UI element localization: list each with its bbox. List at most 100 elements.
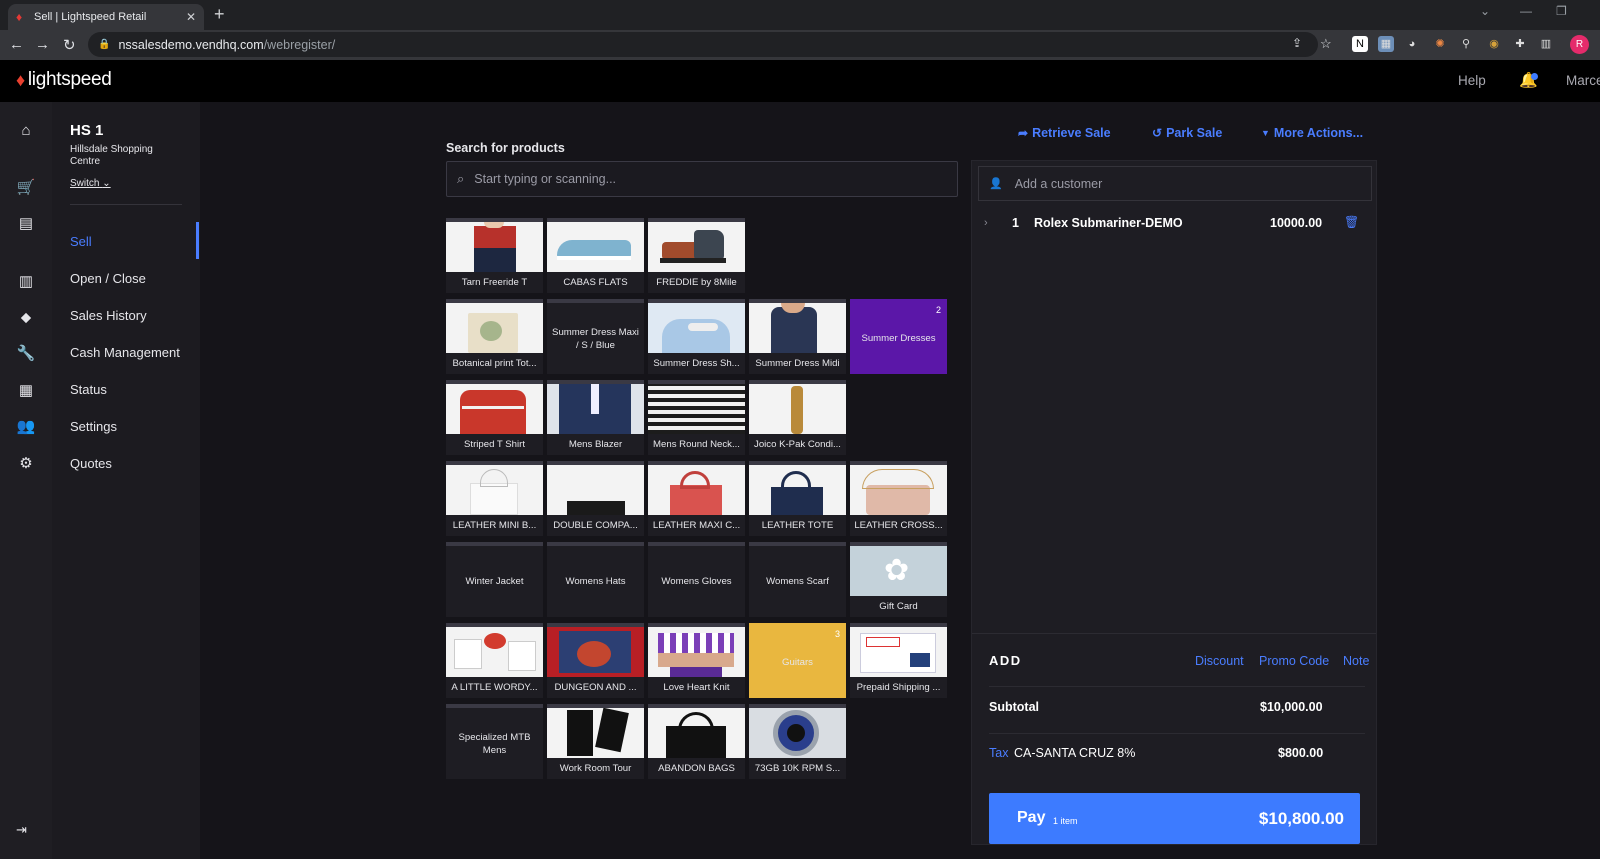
product-tile[interactable]: DOUBLE COMPA... (547, 461, 644, 536)
extension-notion-icon[interactable]: N (1352, 36, 1368, 52)
product-image (446, 222, 543, 272)
folder-tile[interactable]: 3 Guitars (749, 623, 846, 698)
product-tile[interactable]: LEATHER TOTE (749, 461, 846, 536)
product-tile[interactable]: Mens Round Neck... (648, 380, 745, 455)
sidebar-item-quotes[interactable]: Quotes (70, 456, 112, 471)
inventory-icon[interactable]: ▦ (16, 381, 36, 401)
sidebar-item-sell[interactable]: Sell (70, 234, 92, 249)
product-label: Summer Dress Maxi / S / Blue (552, 326, 639, 351)
add-customer-input[interactable]: 👤 Add a customer (978, 166, 1372, 201)
subtotal-value: $10,000.00 (1260, 700, 1323, 714)
extension-icon-3[interactable]: ◕ (1404, 36, 1420, 52)
back-icon[interactable]: ← (9, 36, 24, 53)
browser-tab-strip: ♦ Sell | Lightspeed Retail ✕ + ⌄ — ❐ (0, 0, 1600, 30)
sidebar-item-settings[interactable]: Settings (70, 419, 117, 434)
product-tile[interactable]: Summer Dress Sh... (648, 299, 745, 374)
product-tile[interactable]: LEATHER MINI B... (446, 461, 543, 536)
product-search-input[interactable]: ⌕ Start typing or scanning... (446, 161, 958, 197)
product-tile[interactable]: Womens Scarf (749, 542, 846, 617)
forward-icon[interactable]: → (35, 36, 50, 53)
line-qty[interactable]: 1 (1012, 216, 1019, 230)
sidebar-item-cash-management[interactable]: Cash Management (70, 345, 180, 360)
chevron-right-icon[interactable]: › (984, 217, 988, 229)
product-image (446, 303, 543, 353)
product-tile[interactable]: Summer Dress Midi (749, 299, 846, 374)
browser-tab[interactable]: ♦ Sell | Lightspeed Retail ✕ (8, 4, 204, 30)
profile-avatar[interactable]: R (1570, 35, 1589, 54)
reports-icon[interactable]: ▥ (16, 272, 36, 292)
product-tile[interactable]: Womens Hats (547, 542, 644, 617)
retrieve-sale-button[interactable]: ➦ Retrieve Sale (1018, 126, 1111, 140)
tax-label[interactable]: Tax (989, 746, 1008, 760)
register-icon[interactable]: ▤ (16, 214, 36, 234)
reload-icon[interactable]: ↻ (63, 36, 76, 54)
product-tile[interactable]: Striped T Shirt (446, 380, 543, 455)
product-label: DUNGEON AND ... (554, 682, 637, 693)
trash-icon[interactable]: 🗑 (1344, 215, 1359, 229)
bookmark-star-icon[interactable]: ☆ (1320, 36, 1332, 52)
park-sale-button[interactable]: ↺ Park Sale (1152, 126, 1222, 140)
product-tile[interactable]: 73GB 10K RPM S... (749, 704, 846, 779)
help-link[interactable]: Help (1458, 73, 1486, 88)
collapse-sidebar-icon[interactable]: ⇥ (16, 822, 27, 838)
product-label: LEATHER TOTE (761, 520, 834, 531)
product-tile[interactable]: Prepaid Shipping ... (850, 623, 947, 698)
product-tile[interactable]: A LITTLE WORDY... (446, 623, 543, 698)
extension-icon-5[interactable]: ⚲ (1458, 36, 1474, 52)
extension-colorwheel-icon[interactable]: ✺ (1432, 36, 1448, 52)
browser-tab-title: Sell | Lightspeed Retail (34, 11, 147, 23)
product-tile[interactable]: Botanical print Tot... (446, 299, 543, 374)
switch-register-button[interactable]: Switch ⌄ (70, 178, 111, 189)
tab-search-icon[interactable]: ⌄ (1480, 4, 1490, 18)
product-image (648, 384, 745, 434)
extension-icon-2[interactable]: ▦ (1378, 36, 1394, 52)
gear-icon[interactable]: ⚙ (16, 454, 36, 474)
customers-icon[interactable]: 👥 (16, 417, 36, 437)
active-indicator (196, 222, 199, 259)
sidebar-item-open-close[interactable]: Open / Close (70, 271, 146, 286)
share-icon[interactable]: ⇪ (1292, 36, 1302, 50)
user-menu[interactable]: Marce (1566, 73, 1600, 88)
product-tile[interactable]: CABAS FLATS (547, 218, 644, 293)
product-tile[interactable]: LEATHER MAXI C... (648, 461, 745, 536)
product-tile[interactable]: Womens Gloves (648, 542, 745, 617)
product-tile[interactable]: Tarn Freeride T (446, 218, 543, 293)
line-price[interactable]: 10000.00 (1270, 216, 1322, 230)
address-bar[interactable]: 🔒 nssalesdemo.vendhq.com/webregister/ (88, 32, 1318, 57)
more-actions-button[interactable]: ▼ More Actions... (1261, 126, 1363, 140)
sidebar-item-sales-history[interactable]: Sales History (70, 308, 147, 323)
note-link[interactable]: Note (1343, 654, 1369, 668)
product-tile[interactable]: Work Room Tour (547, 704, 644, 779)
product-tile[interactable]: FREDDIE by 8Mile (648, 218, 745, 293)
product-tile[interactable]: ✿ Gift Card (850, 542, 947, 617)
promo-code-link[interactable]: Promo Code (1259, 654, 1329, 668)
product-tile[interactable]: Specialized MTB Mens (446, 704, 543, 779)
product-tile[interactable]: DUNGEON AND ... (547, 623, 644, 698)
cart-icon[interactable]: 🛒 (16, 178, 36, 198)
product-image (648, 222, 745, 272)
extensions-puzzle-icon[interactable]: ✚ (1512, 36, 1528, 52)
wrench-icon[interactable]: 🔧 (16, 344, 36, 364)
product-tile[interactable]: ABANDON BAGS (648, 704, 745, 779)
discount-link[interactable]: Discount (1195, 654, 1244, 668)
product-tile[interactable]: Summer Dress Maxi / S / Blue (547, 299, 644, 374)
tag-icon[interactable]: ⬥ (16, 308, 36, 328)
product-tile[interactable]: LEATHER CROSS... (850, 461, 947, 536)
extension-icon-6[interactable]: ◉ (1486, 36, 1502, 52)
restore-icon[interactable]: ❐ (1556, 4, 1567, 18)
product-tile[interactable]: Winter Jacket (446, 542, 543, 617)
more-actions-label: More Actions... (1273, 126, 1364, 140)
lightspeed-logo[interactable]: ♦ lightspeed (16, 69, 112, 91)
product-tile[interactable]: Mens Blazer (547, 380, 644, 455)
new-tab-icon[interactable]: + (214, 4, 225, 25)
product-tile[interactable]: Joico K-Pak Condi... (749, 380, 846, 455)
close-tab-icon[interactable]: ✕ (186, 10, 196, 24)
pay-button[interactable]: Pay 1 item $10,800.00 (989, 793, 1360, 844)
home-icon[interactable]: ⌂ (16, 121, 36, 141)
side-panel-icon[interactable]: ▥ (1538, 36, 1554, 52)
folder-tile[interactable]: 2 Summer Dresses (850, 299, 947, 374)
sidebar-item-status[interactable]: Status (70, 382, 107, 397)
product-tile[interactable]: Love Heart Knit (648, 623, 745, 698)
line-item[interactable]: › 1 Rolex Submariner-DEMO 10000.00 🗑 (972, 209, 1376, 241)
minimize-icon[interactable]: — (1520, 4, 1532, 18)
